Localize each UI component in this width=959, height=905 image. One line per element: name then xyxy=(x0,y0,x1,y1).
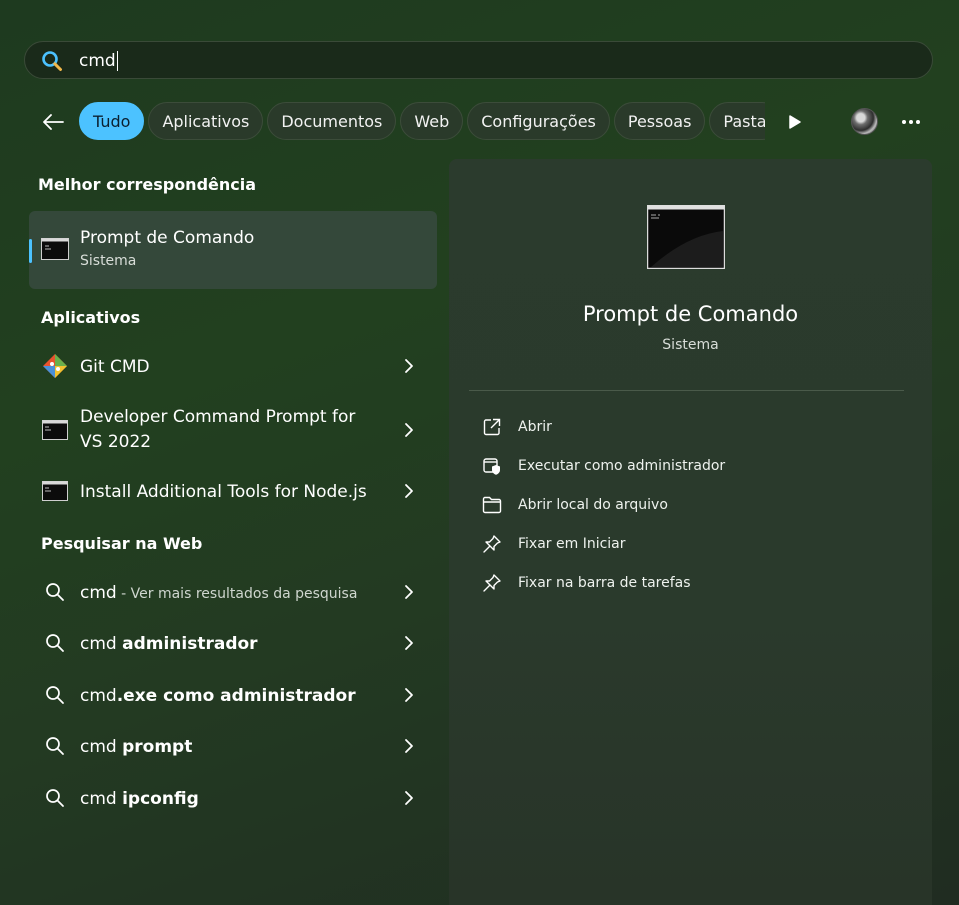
chevron-right-icon[interactable] xyxy=(401,357,417,375)
chevron-right-icon[interactable] xyxy=(401,421,417,439)
apps-heading: Aplicativos xyxy=(41,308,141,327)
chevron-right-icon[interactable] xyxy=(401,634,417,652)
web-query-suggestion: administrador xyxy=(122,634,258,654)
action-label: Abrir local do arquivo xyxy=(518,497,668,513)
more-icon xyxy=(902,120,920,124)
avatar[interactable] xyxy=(851,108,878,135)
chip-aplicativos[interactable]: Aplicativos xyxy=(148,102,264,140)
search-icon xyxy=(41,50,63,72)
web-search-item[interactable]: cmd ipconfig xyxy=(29,775,437,821)
action-label: Fixar em Iniciar xyxy=(518,536,626,552)
preview-title: Prompt de Comando xyxy=(582,302,799,326)
folder-icon xyxy=(481,494,503,516)
chip-pasta[interactable]: Pasta xyxy=(709,102,765,140)
pin-icon xyxy=(481,533,503,555)
search-query: cmd xyxy=(79,51,116,71)
shield-admin-icon xyxy=(481,455,503,477)
action-label: Abrir xyxy=(518,419,552,435)
chevron-right-icon[interactable] xyxy=(401,686,417,704)
app-item[interactable]: Install Additional Tools for Node.js xyxy=(29,468,437,514)
search-icon xyxy=(42,581,68,603)
chip-configuracoes[interactable]: Configurações xyxy=(467,102,610,140)
web-heading: Pesquisar na Web xyxy=(41,534,203,553)
console-icon xyxy=(42,419,68,441)
search-icon xyxy=(42,787,68,809)
web-query-suffix: - Ver mais resultados da pesquisa xyxy=(116,586,358,602)
web-query-prefix: cmd xyxy=(80,686,117,706)
chip-documentos[interactable]: Documentos xyxy=(267,102,397,140)
action-label: Executar como administrador xyxy=(518,458,726,474)
action-pin-start[interactable]: Fixar em Iniciar xyxy=(481,532,626,556)
action-pin-taskbar[interactable]: Fixar na barra de tarefas xyxy=(481,571,691,595)
action-label: Fixar na barra de tarefas xyxy=(518,575,691,591)
chip-tudo[interactable]: Tudo xyxy=(79,102,145,140)
web-query-suggestion: .exe como administrador xyxy=(116,686,356,706)
console-app-icon xyxy=(646,204,726,273)
arrow-left-icon xyxy=(43,114,64,130)
search-input[interactable]: cmd xyxy=(79,50,118,72)
console-icon xyxy=(41,237,69,265)
text-caret xyxy=(116,51,118,71)
web-search-label: cmd prompt xyxy=(80,735,192,759)
web-search-label: cmd - Ver mais resultados da pesquisa xyxy=(80,581,357,606)
preview-subtitle: Sistema xyxy=(662,337,719,353)
git-icon xyxy=(42,354,68,378)
app-item[interactable]: Git CMD xyxy=(29,343,437,389)
play-icon xyxy=(789,115,801,129)
back-button[interactable] xyxy=(40,109,66,135)
best-match-item[interactable]: Prompt de Comando Sistema xyxy=(29,211,437,289)
best-match-title: Prompt de Comando xyxy=(80,228,255,248)
app-label: Developer Command Prompt for VS 2022 xyxy=(80,407,356,452)
web-search-item[interactable]: cmd prompt xyxy=(29,723,437,769)
app-label: Git CMD xyxy=(80,357,150,377)
open-external-icon xyxy=(481,416,503,438)
web-query-prefix: cmd xyxy=(80,789,123,809)
app-item[interactable]: Developer Command Prompt for VS 2022 xyxy=(29,406,437,456)
chevron-right-icon[interactable] xyxy=(401,737,417,755)
chevron-right-icon[interactable] xyxy=(401,482,417,500)
preview-panel: Prompt de Comando Sistema Abrir Executar… xyxy=(449,159,932,905)
action-open-file-location[interactable]: Abrir local do arquivo xyxy=(481,493,668,517)
chip-web[interactable]: Web xyxy=(400,102,464,140)
more-options-button[interactable] xyxy=(898,110,924,134)
web-search-item[interactable]: cmd - Ver mais resultados da pesquisa xyxy=(29,569,437,615)
chip-pessoas[interactable]: Pessoas xyxy=(613,102,706,140)
web-search-label: cmd ipconfig xyxy=(80,787,199,811)
web-query-prefix: cmd xyxy=(80,583,117,603)
web-search-label: cmd.exe como administrador xyxy=(80,684,356,708)
web-query-prefix: cmd xyxy=(80,737,123,757)
filter-chips: Tudo Aplicativos Documentos Web Configuraçõe… xyxy=(79,102,765,142)
search-icon xyxy=(42,735,68,757)
pin-icon xyxy=(481,572,503,594)
web-search-item[interactable]: cmd.exe como administrador xyxy=(29,672,437,718)
selection-indicator xyxy=(29,239,32,263)
search-box[interactable]: cmd xyxy=(24,41,933,79)
console-icon xyxy=(42,480,68,502)
chevron-right-icon[interactable] xyxy=(401,789,417,807)
web-query-suggestion: ipconfig xyxy=(122,789,199,809)
action-run-as-admin[interactable]: Executar como administrador xyxy=(481,454,725,478)
best-match-heading: Melhor correspondência xyxy=(38,175,257,194)
web-query-prefix: cmd xyxy=(80,634,123,654)
search-icon xyxy=(42,632,68,654)
web-query-suggestion: prompt xyxy=(122,737,193,757)
scroll-chips-button[interactable] xyxy=(782,111,808,133)
web-search-item[interactable]: cmd administrador xyxy=(29,620,437,666)
web-search-label: cmd administrador xyxy=(80,632,258,656)
divider xyxy=(469,390,904,391)
app-label: Install Additional Tools for Node.js xyxy=(80,482,367,502)
search-icon xyxy=(42,684,68,706)
best-match-subtitle: Sistema xyxy=(80,253,137,269)
chevron-right-icon[interactable] xyxy=(401,583,417,601)
action-open[interactable]: Abrir xyxy=(481,415,552,439)
